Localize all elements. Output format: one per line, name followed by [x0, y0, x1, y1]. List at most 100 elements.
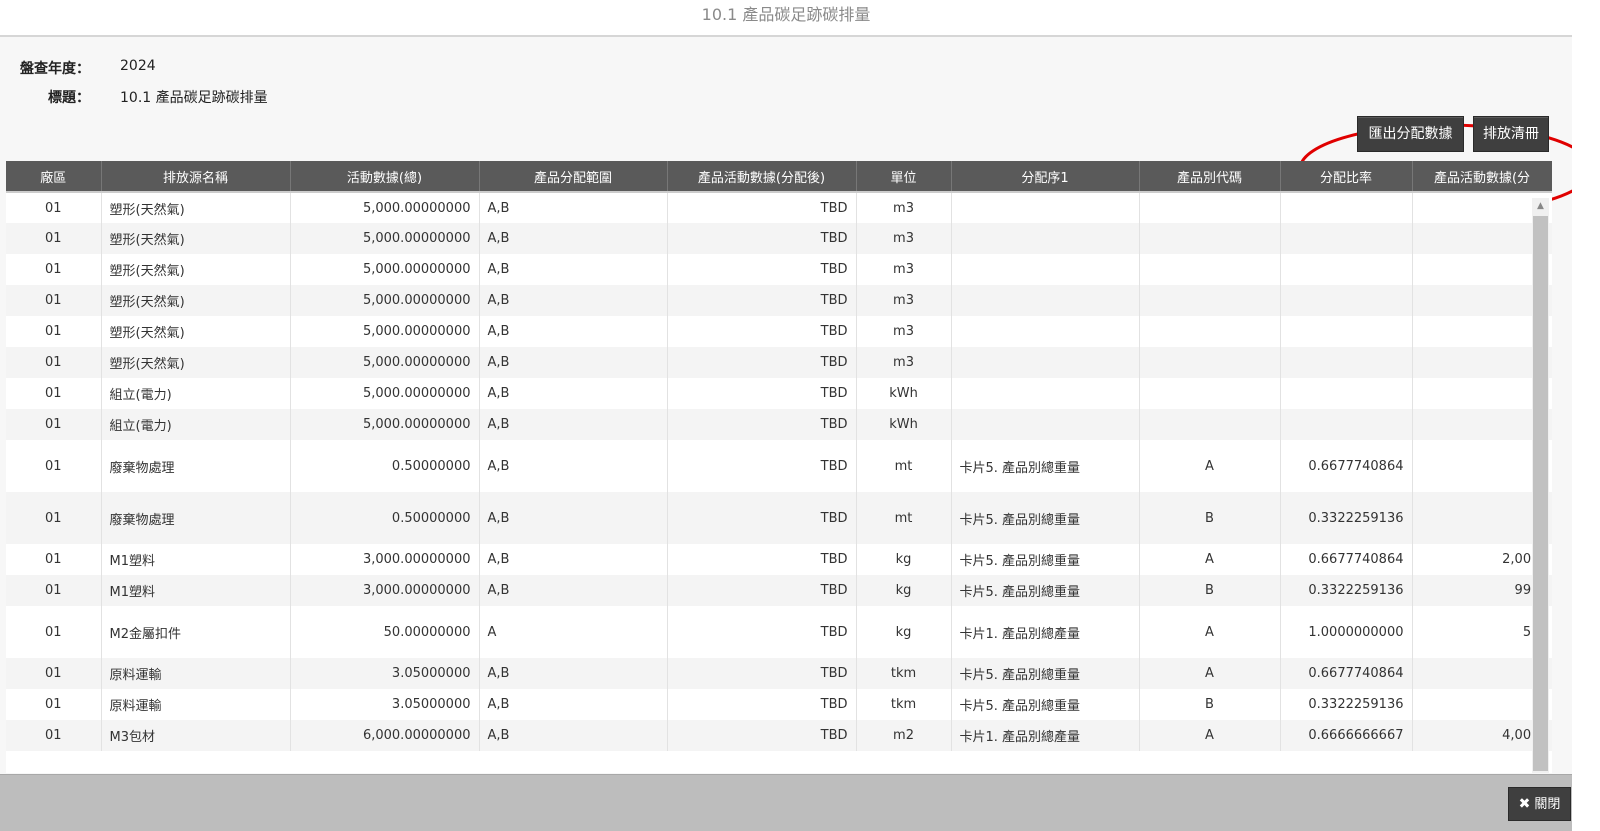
table-cell: 50.: [1412, 606, 1552, 658]
table-cell: 01: [6, 689, 102, 720]
column-header[interactable]: 產品別代碼: [1139, 161, 1281, 193]
table-row[interactable]: 01 塑形(天然氣) 5,000.00000000 A,B TBD m3: [6, 285, 1552, 316]
close-icon: ✖: [1518, 796, 1531, 812]
table-cell: kWh: [856, 409, 952, 440]
table-cell: [1280, 409, 1413, 440]
table-cell: M3包材: [101, 720, 291, 751]
scroll-up-arrow-icon[interactable]: ▲: [1532, 198, 1549, 215]
dialog: 10.1 產品碳足跡碳排量 盤查年度： 2024 標題： 10.1 產品碳足跡碳…: [0, 0, 1572, 831]
table-cell: 0.6666666667: [1280, 720, 1413, 751]
table-cell: TBD: [667, 689, 857, 720]
column-header[interactable]: 單位: [856, 161, 952, 193]
table-cell: 0.3322259136: [1280, 689, 1413, 720]
column-header[interactable]: 產品活動數據(分: [1412, 161, 1552, 193]
column-header[interactable]: 產品活動數據(分配後): [667, 161, 857, 193]
emission-list-button[interactable]: 排放清冊: [1473, 116, 1549, 152]
table-cell: M2金屬扣件: [101, 606, 291, 658]
table-cell: TBD: [667, 658, 857, 689]
table-cell: A: [479, 606, 668, 658]
table-row[interactable]: 01 塑形(天然氣) 5,000.00000000 A,B TBD m3: [6, 254, 1552, 285]
table-cell: [951, 285, 1140, 316]
table-row[interactable]: 01 M3包材 6,000.00000000 A,B TBD m2 卡片1. 產品別總產量 A…: [6, 720, 1552, 751]
table-cell: 01: [6, 378, 102, 409]
table-cell: 0.6677740864: [1280, 658, 1413, 689]
table-cell: 卡片5. 產品別總重量: [951, 440, 1140, 492]
table-cell: 塑形(天然氣): [101, 347, 291, 378]
table-cell: 卡片5. 產品別總重量: [951, 544, 1140, 575]
table-row[interactable]: 01 組立(電力) 5,000.00000000 A,B TBD kWh: [6, 378, 1552, 409]
table-cell: 996.: [1412, 575, 1552, 606]
table-cell: 2.: [1412, 658, 1552, 689]
table-cell: 5,000.00000000: [290, 254, 480, 285]
table-cell: M1塑料: [101, 575, 291, 606]
table-cell: 卡片5. 產品別總重量: [951, 575, 1140, 606]
table-cell: [1280, 378, 1413, 409]
table-cell: A,B: [479, 223, 668, 254]
table-row[interactable]: 01 原料運輸 3.05000000 A,B TBD tkm 卡片5. 產品別總重量 B 0.3…: [6, 689, 1552, 720]
table-cell: 塑形(天然氣): [101, 285, 291, 316]
table-cell: A: [1139, 544, 1281, 575]
table-cell: 01: [6, 575, 102, 606]
column-header[interactable]: 廠區: [6, 161, 102, 193]
table-cell: [951, 254, 1140, 285]
table-cell: 卡片5. 產品別總重量: [951, 689, 1140, 720]
dialog-title: 10.1 產品碳足跡碳排量: [0, 0, 1572, 37]
table-cell: [1412, 285, 1552, 316]
table-cell: 原料運輸: [101, 689, 291, 720]
table-cell: 01: [6, 316, 102, 347]
dialog-footer: ✖ 關閉: [0, 774, 1572, 831]
table-cell: TBD: [667, 492, 857, 544]
table-cell: [1280, 347, 1413, 378]
table-cell: A: [1139, 606, 1281, 658]
table-scrollbar[interactable]: ▲: [1532, 198, 1549, 773]
table-cell: 0.50000000: [290, 440, 480, 492]
table-cell: tkm: [856, 689, 952, 720]
table-row[interactable]: 01 塑形(天然氣) 5,000.00000000 A,B TBD m3: [6, 223, 1552, 254]
table-cell: kg: [856, 544, 952, 575]
table-cell: 01: [6, 285, 102, 316]
table-cell: 卡片5. 產品別總重量: [951, 492, 1140, 544]
table-cell: A,B: [479, 689, 668, 720]
table-cell: [1139, 347, 1281, 378]
table-row[interactable]: 01 廢棄物處理 0.50000000 A,B TBD mt 卡片5. 產品別總重量 B 0.3…: [6, 492, 1552, 544]
table-cell: m3: [856, 285, 952, 316]
table-row[interactable]: 01 組立(電力) 5,000.00000000 A,B TBD kWh: [6, 409, 1552, 440]
table-row[interactable]: 01 M1塑料 3,000.00000000 A,B TBD kg 卡片5. 產品別總重量 B…: [6, 575, 1552, 606]
data-table-container: 廠區 排放源名稱 活動數據(總) 產品分配範圍 產品活動數據(分配後) 單位 分配序1 產品別…: [6, 161, 1552, 773]
table-row[interactable]: 01 原料運輸 3.05000000 A,B TBD tkm 卡片5. 產品別總重量 A 0.6…: [6, 658, 1552, 689]
table-cell: 01: [6, 658, 102, 689]
table-cell: 0.3322259136: [1280, 575, 1413, 606]
column-header[interactable]: 排放源名稱: [101, 161, 291, 193]
table-cell: M1塑料: [101, 544, 291, 575]
table-row[interactable]: 01 廢棄物處理 0.50000000 A,B TBD mt 卡片5. 產品別總重量 A 0.6…: [6, 440, 1552, 492]
table-cell: 01: [6, 254, 102, 285]
table-cell: TBD: [667, 606, 857, 658]
table-cell: [951, 409, 1140, 440]
table-cell: m3: [856, 223, 952, 254]
column-header[interactable]: 產品分配範圍: [479, 161, 668, 193]
data-table: 廠區 排放源名稱 活動數據(總) 產品分配範圍 產品活動數據(分配後) 單位 分配序1 產品別…: [6, 161, 1552, 751]
close-button[interactable]: ✖ 關閉: [1508, 787, 1571, 821]
table-row[interactable]: 01 M1塑料 3,000.00000000 A,B TBD kg 卡片5. 產品別總重量 A…: [6, 544, 1552, 575]
table-cell: TBD: [667, 378, 857, 409]
table-cell: A,B: [479, 254, 668, 285]
table-cell: 01: [6, 544, 102, 575]
table-cell: 組立(電力): [101, 409, 291, 440]
table-row[interactable]: 01 塑形(天然氣) 5,000.00000000 A,B TBD m3: [6, 347, 1552, 378]
table-cell: 3,000.00000000: [290, 544, 480, 575]
table-cell: TBD: [667, 544, 857, 575]
table-row[interactable]: 01 M2金屬扣件 50.00000000 A TBD kg 卡片1. 產品別總產量 A 1.0…: [6, 606, 1552, 658]
table-cell: 1.: [1412, 689, 1552, 720]
column-header[interactable]: 分配比率: [1280, 161, 1413, 193]
table-cell: tkm: [856, 658, 952, 689]
table-cell: m3: [856, 192, 952, 223]
column-header[interactable]: 分配序1: [951, 161, 1140, 193]
column-header[interactable]: 活動數據(總): [290, 161, 480, 193]
table-row[interactable]: 01 塑形(天然氣) 5,000.00000000 A,B TBD m3: [6, 316, 1552, 347]
export-allocation-button[interactable]: 匯出分配數據: [1357, 116, 1464, 152]
table-cell: 3,000.00000000: [290, 575, 480, 606]
table-row[interactable]: 01 塑形(天然氣) 5,000.00000000 A,B TBD m3: [6, 192, 1552, 223]
table-cell: 原料運輸: [101, 658, 291, 689]
scroll-thumb[interactable]: [1533, 216, 1548, 771]
title-label: 標題：: [48, 90, 90, 106]
